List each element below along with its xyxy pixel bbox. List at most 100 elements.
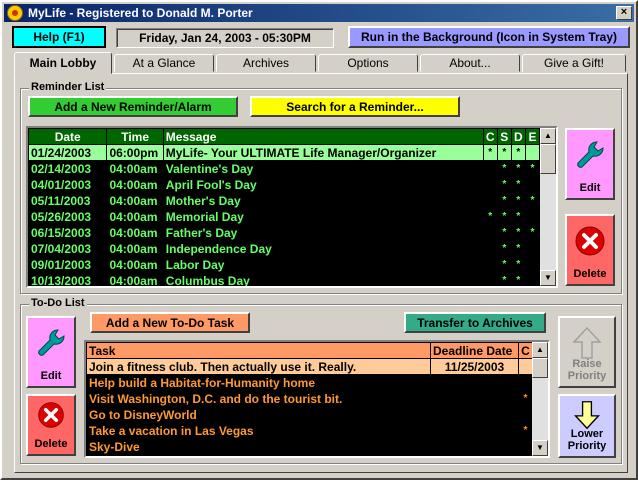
table-row[interactable]: Go to DisneyWorld — [86, 406, 533, 423]
table-row[interactable]: 04/01/2003 04:00am April Fool's Day * * — [28, 176, 541, 193]
table-row[interactable]: 01/24/2003 06:00pm MyLife- Your ULTIMATE… — [28, 144, 541, 161]
cell-task: Join a fitness club. Then actually use i… — [86, 358, 431, 375]
cell-task: Go to DisneyWorld — [86, 406, 431, 423]
cell-message: April Fool's Day — [162, 176, 484, 193]
cell-date: 04/01/2003 — [28, 176, 108, 193]
table-row[interactable]: 07/04/2003 04:00am Independence Day * * — [28, 240, 541, 257]
column-header-c[interactable]: C — [518, 342, 533, 359]
add-todo-label: Add a New To-Do Task — [105, 315, 235, 330]
cell-time: 04:00am — [106, 160, 164, 177]
column-header-deadline[interactable]: Deadline Date — [430, 342, 519, 359]
search-reminder-label: Search for a Reminder... — [286, 99, 424, 114]
todo-scrollbar[interactable]: ▲ ▼ — [532, 342, 548, 456]
cell-d: * — [510, 256, 526, 273]
cell-time: 04:00am — [106, 272, 164, 286]
cell-c: * — [482, 208, 498, 225]
cell-c: * — [518, 422, 533, 439]
cell-date: 05/26/2003 — [28, 208, 108, 225]
tab-archives[interactable]: Archives — [216, 54, 316, 72]
cell-message: Columbus Day — [162, 272, 484, 286]
lower-priority-button[interactable]: Lower Priority — [558, 394, 616, 458]
reminder-list-label: Reminder List — [29, 81, 107, 93]
table-row[interactable]: Help build a Habitat-for-Humanity home — [86, 374, 533, 391]
column-header-d[interactable]: D — [510, 128, 526, 145]
column-header-message[interactable]: Message — [162, 128, 484, 145]
help-button-label: Help (F1) — [33, 30, 85, 44]
edit-todo-button[interactable]: Edit — [26, 316, 76, 388]
column-header-c[interactable]: C — [482, 128, 498, 145]
reminder-grid[interactable]: Date Time Message C S D E 01/24/2003 06:… — [26, 126, 558, 288]
cell-d: * — [510, 160, 526, 177]
table-row[interactable]: 09/01/2003 04:00am Labor Day * * — [28, 256, 541, 273]
cell-c: * — [482, 144, 498, 161]
raise-priority-button[interactable]: Raise Priority — [558, 316, 616, 388]
raise-priority-label: Raise Priority — [567, 358, 607, 382]
table-row[interactable]: 02/14/2003 04:00am Valentine's Day * * * — [28, 160, 541, 177]
delete-todo-button[interactable]: Delete — [26, 394, 76, 456]
tab-at-a-glance[interactable]: At a Glance — [114, 54, 214, 72]
run-in-background-button[interactable]: Run in the Background (Icon in System Tr… — [348, 26, 630, 48]
table-row[interactable]: Take a vacation in Las Vegas * — [86, 422, 533, 439]
transfer-to-archives-label: Transfer to Archives — [417, 315, 533, 330]
help-button[interactable]: Help (F1) — [12, 26, 106, 48]
cell-message: MyLife- Your ULTIMATE Life Manager/Organ… — [162, 144, 484, 161]
delete-reminder-button[interactable]: Delete — [565, 214, 615, 286]
add-reminder-button[interactable]: Add a New Reminder/Alarm — [28, 96, 238, 117]
add-reminder-label: Add a New Reminder/Alarm — [54, 99, 212, 114]
cell-message: Valentine's Day — [162, 160, 484, 177]
scroll-up-arrow-icon[interactable]: ▲ — [532, 342, 548, 358]
window-title: MyLife - Registered to Donald M. Porter — [28, 6, 253, 20]
cell-c — [482, 240, 498, 257]
cell-c — [482, 160, 498, 177]
cell-message: Memorial Day — [162, 208, 484, 225]
column-header-task[interactable]: Task — [86, 342, 431, 359]
table-row[interactable]: Join a fitness club. Then actually use i… — [86, 358, 533, 375]
todo-header-row: Task Deadline Date C — [86, 342, 533, 359]
scroll-thumb[interactable] — [532, 358, 548, 378]
cell-e: * — [524, 192, 541, 209]
table-row[interactable]: 10/13/2003 04:00am Columbus Day * * — [28, 272, 541, 286]
scroll-down-arrow-icon[interactable]: ▼ — [540, 270, 556, 286]
edit-reminder-button[interactable]: Edit — [565, 128, 615, 200]
column-header-date[interactable]: Date — [28, 128, 108, 145]
tab-give-a-gift[interactable]: Give a Gift! — [522, 54, 626, 72]
cell-e: * — [524, 224, 541, 241]
table-row[interactable]: Visit Washington, D.C. and do the touris… — [86, 390, 533, 407]
cell-d: * — [510, 144, 526, 161]
column-header-s[interactable]: S — [496, 128, 512, 145]
tab-options[interactable]: Options — [318, 54, 418, 72]
cell-time: 04:00am — [106, 224, 164, 241]
title-bar[interactable]: MyLife - Registered to Donald M. Porter … — [4, 4, 634, 22]
edit-todo-label: Edit — [40, 370, 62, 382]
cell-e — [524, 240, 541, 257]
cell-c — [482, 224, 498, 241]
tab-main-lobby[interactable]: Main Lobby — [14, 52, 112, 74]
cell-date: 09/01/2003 — [28, 256, 108, 273]
tab-about[interactable]: About... — [420, 54, 520, 72]
table-row[interactable]: 05/11/2003 04:00am Mother's Day * * * — [28, 192, 541, 209]
scroll-thumb[interactable] — [540, 144, 556, 174]
cell-s: * — [496, 272, 512, 286]
add-todo-button[interactable]: Add a New To-Do Task — [90, 312, 250, 333]
cell-task: Take a vacation in Las Vegas — [86, 422, 431, 439]
transfer-to-archives-button[interactable]: Transfer to Archives — [404, 312, 546, 333]
cell-d: * — [510, 208, 526, 225]
app-icon — [7, 5, 23, 21]
table-row[interactable]: Sky-Dive — [86, 438, 533, 455]
scroll-down-arrow-icon[interactable]: ▼ — [532, 440, 548, 456]
cell-s: * — [496, 224, 512, 241]
cell-e — [524, 144, 541, 161]
reminder-scrollbar[interactable]: ▲ ▼ — [540, 128, 556, 286]
table-row[interactable]: 05/26/2003 04:00am Memorial Day * * * — [28, 208, 541, 225]
search-reminder-button[interactable]: Search for a Reminder... — [250, 96, 460, 117]
table-row[interactable]: 06/15/2003 04:00am Father's Day * * * — [28, 224, 541, 241]
close-button[interactable]: × — [616, 6, 632, 20]
cell-s: * — [496, 160, 512, 177]
cell-date: 02/14/2003 — [28, 160, 108, 177]
cell-time: 04:00am — [106, 208, 164, 225]
scroll-up-arrow-icon[interactable]: ▲ — [540, 128, 556, 144]
column-header-e[interactable]: E — [524, 128, 541, 145]
column-header-time[interactable]: Time — [106, 128, 164, 145]
cell-e — [524, 256, 541, 273]
todo-grid[interactable]: Task Deadline Date C Join a fitness club… — [84, 340, 550, 458]
